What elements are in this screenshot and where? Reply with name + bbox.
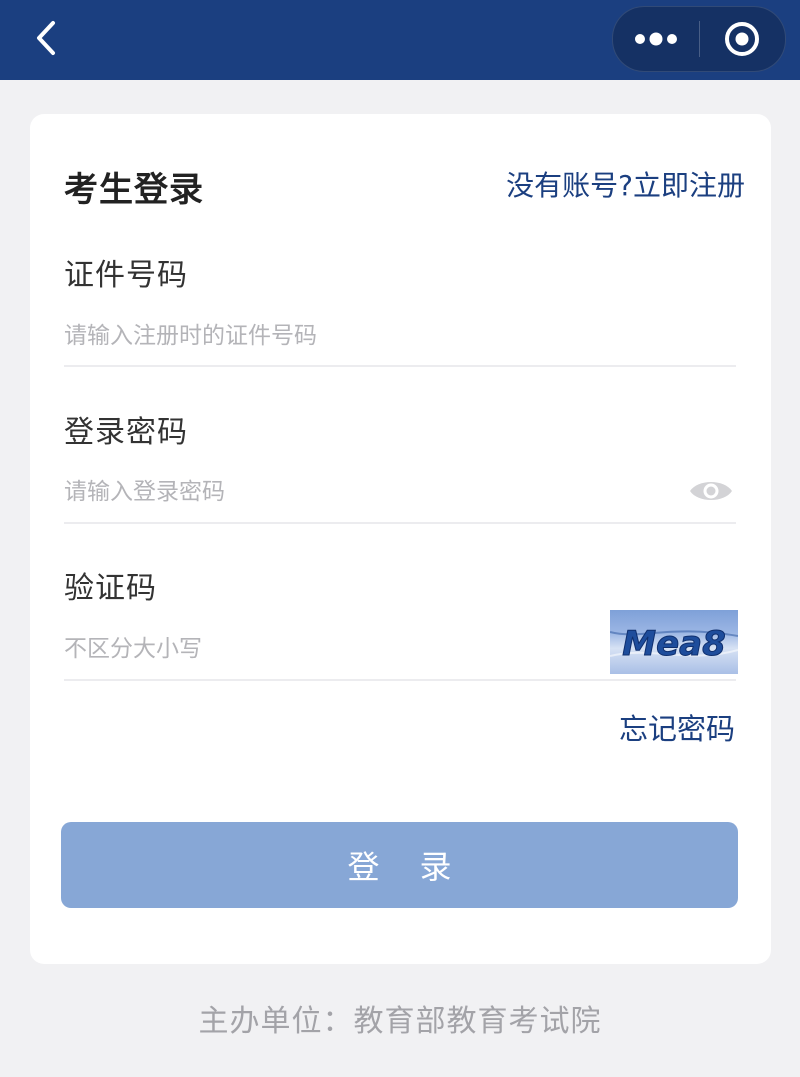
more-button[interactable] [613, 7, 699, 71]
captcha-text: Mea8 [622, 624, 726, 664]
captcha-label: 验证码 [64, 571, 157, 606]
id-number-divider [64, 365, 736, 367]
page-title: 考生登录 [64, 170, 204, 210]
forgot-password-link[interactable]: 忘记密码 [619, 706, 735, 748]
captcha-divider [64, 679, 736, 681]
id-number-label: 证件号码 [64, 258, 188, 293]
organizer-footer: 主办单位：教育部教育考试院 [198, 1004, 602, 1039]
toggle-password-visibility[interactable] [686, 474, 736, 508]
register-link[interactable]: 没有账号?立即注册 [506, 164, 745, 204]
password-input[interactable] [64, 472, 664, 512]
chevron-left-icon [37, 21, 55, 55]
captcha-input[interactable] [64, 629, 594, 669]
mini-program-capsule [612, 6, 786, 72]
password-divider [64, 522, 736, 524]
eye-icon [690, 482, 732, 500]
login-button[interactable]: 登录 [61, 822, 738, 908]
back-button[interactable] [22, 14, 70, 62]
target-circle-icon [725, 22, 760, 56]
more-dots-icon [634, 32, 677, 46]
login-card: 考生登录 没有账号?立即注册 证件号码 登录密码 验证码 Mea8 忘记密码 登… [30, 114, 771, 964]
close-program-button[interactable] [700, 7, 786, 71]
captcha-graphic: Mea8 [610, 624, 738, 665]
password-label: 登录密码 [64, 415, 188, 450]
top-nav-bar [0, 0, 800, 80]
captcha-image[interactable]: Mea8 [610, 610, 738, 674]
id-number-input[interactable] [64, 316, 736, 356]
